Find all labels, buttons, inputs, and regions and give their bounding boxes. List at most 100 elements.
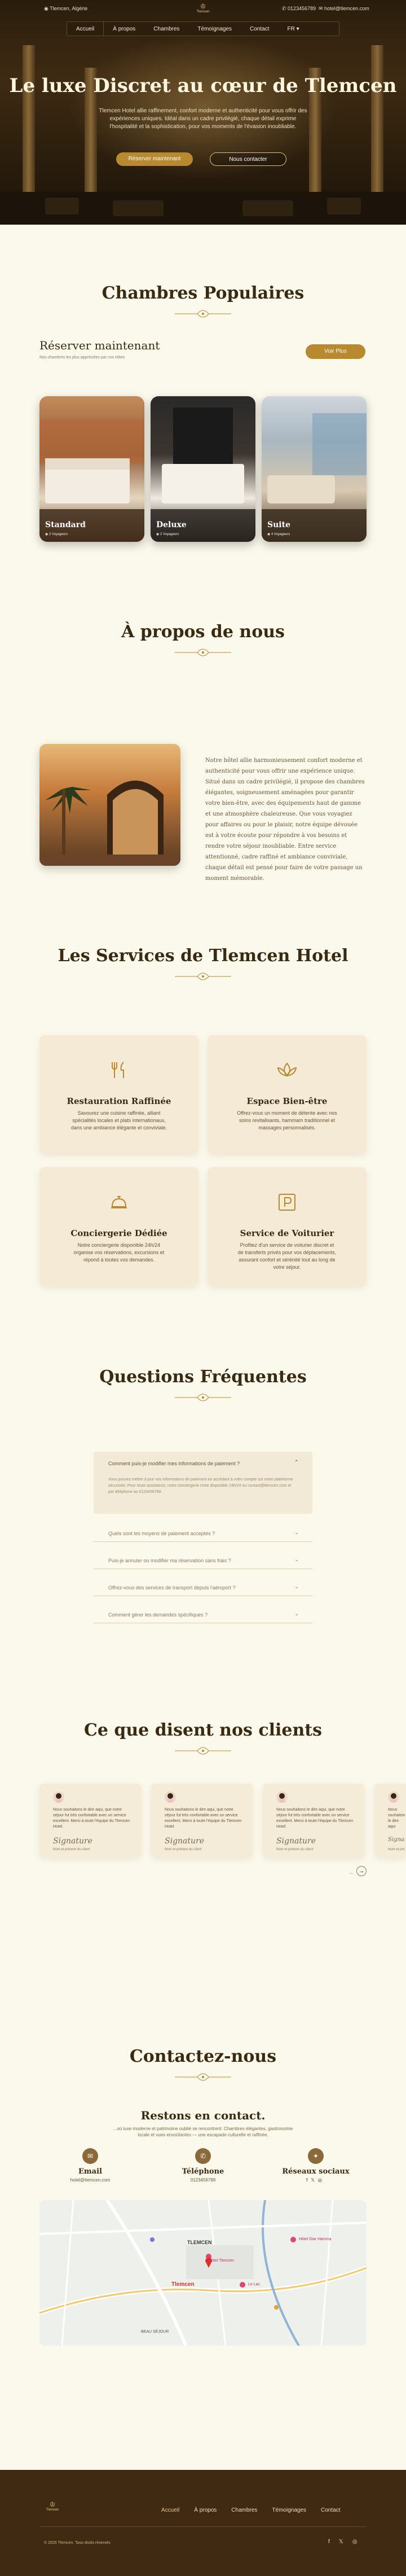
faq-item[interactable]: Comment gérer les demandes spécifiques ?… (94, 1605, 312, 1623)
email-value[interactable]: hotel@tlemcen.com (56, 2178, 124, 2183)
map[interactable]: TLEMCEN Tlemcen Hôtel Tlemcen Le Lac BEA… (39, 2200, 367, 2346)
hero-text: Tlemcen Hotel allie raffinement, confort… (99, 108, 307, 130)
footer-nav: Accueil À propos Chambres Témoignages Co… (161, 2507, 340, 2513)
ornament-divider (175, 310, 231, 318)
rooms-caption: Nos chambres les plus appréciées par nos… (39, 356, 125, 360)
contact-text: ...où luxe moderne et patrimoine oublié … (113, 2126, 293, 2137)
chevron-down-icon: ⌄ (294, 1557, 299, 1562)
room-info: ◉ 2 Voyageurs (156, 533, 179, 536)
signature: Signature (388, 1837, 405, 1843)
service-name: Service de Voiturier (240, 1228, 334, 1238)
services-title: Les Services de Tlemcen Hotel (58, 946, 348, 966)
faq-item[interactable]: Quels sont les moyens de paiement accept… (94, 1524, 312, 1542)
ornament-divider (175, 972, 231, 980)
language-select[interactable]: FR ▾ (278, 22, 308, 36)
lotus-icon (277, 1062, 297, 1077)
nav-chambres[interactable]: Chambres (144, 22, 188, 36)
hero: ◉ Tlemcen, Algérie ♔ Tlemcen ✆ 0123456789… (0, 0, 406, 225)
ornament-divider (175, 649, 231, 656)
copyright: © 2025 Tlemcen. Tous droits réservés (44, 2541, 111, 2545)
facebook-icon[interactable]: f (328, 2539, 330, 2545)
rooms-title: Chambres Populaires (102, 283, 304, 303)
contact-heading: Restons en contact. (140, 2109, 266, 2122)
room-card-suite[interactable]: Suite ◉ 4 Voyageurs (262, 396, 367, 542)
faq-item[interactable]: Offrez-vous des services de transport de… (94, 1578, 312, 1596)
map-label: Hôtel Diar Hamma (299, 2237, 332, 2241)
room-name: Suite (267, 520, 290, 529)
location-text: ◉ Tlemcen, Algérie (44, 6, 88, 11)
about-image (39, 744, 180, 866)
nav-a-propos[interactable]: À propos (104, 22, 144, 36)
instagram-icon[interactable]: ◎ (352, 2539, 358, 2545)
service-card-conciergerie: Conciergerie Dédiée Notre conciergerie d… (39, 1167, 198, 1286)
about-title: À propos de nous (121, 622, 285, 642)
map-label: Tlemcen (171, 2281, 195, 2288)
phone-label: Téléphone (182, 2167, 224, 2176)
social-label: Réseaux sociaux (282, 2167, 350, 2176)
contact-title: Contactez-nous (129, 2047, 277, 2066)
testimonial-card: Nous souhaitons le dire aqui, que notre … (263, 1784, 364, 1857)
ornament-divider (175, 1394, 231, 1401)
map-label: BEAU SÉJOUR (141, 2330, 169, 2334)
mail-icon: ✉ (319, 6, 325, 11)
phone-icon: ✆ (282, 6, 288, 11)
phone-text[interactable]: ✆ 0123456789 (282, 6, 316, 12)
signature: Signature (276, 1837, 316, 1846)
footer-link-temoignages[interactable]: Témoignages (272, 2507, 306, 2513)
testimonials-title: Ce que disent nos clients (83, 1720, 323, 1740)
nav-accueil[interactable]: Accueil (67, 22, 104, 36)
email-text[interactable]: ✉ hotel@tlemcen.com (319, 6, 369, 12)
service-text: Profitez d'un service de voiturier discr… (237, 1242, 337, 1270)
service-text: Offrez-vous un moment de détente avec no… (237, 1110, 337, 1131)
main-nav: Accueil À propos Chambres Témoignages Co… (67, 21, 339, 36)
instagram-icon[interactable]: ◎ (318, 2178, 325, 2183)
x-icon[interactable]: 𝕏 (311, 2178, 317, 2183)
email-label: Email (78, 2167, 102, 2176)
service-text: Savourez une cuisine raffinée, alliant s… (70, 1110, 167, 1131)
chevron-down-icon: ⌄ (294, 1584, 299, 1589)
ornament-divider (175, 2073, 231, 2081)
avatar (276, 1791, 288, 1803)
faq-title: Questions Fréquentes (99, 1367, 307, 1387)
reserve-button[interactable]: Réserver maintenant (116, 152, 193, 166)
footer-logo[interactable]: ♔ Tlemcen (44, 2500, 61, 2512)
room-card-deluxe[interactable]: Deluxe ◉ 2 Voyageurs (151, 396, 255, 542)
chevron-up-icon: ⌃ (294, 1460, 299, 1466)
room-name: Standard (45, 520, 86, 529)
footer-link-chambres[interactable]: Chambres (231, 2507, 257, 2513)
guests-icon: ◉ (45, 533, 49, 536)
signature: Signature (53, 1837, 93, 1846)
faq-item[interactable]: Puis-je annuler ou modifier ma réservati… (94, 1551, 312, 1569)
x-icon[interactable]: 𝕏 (339, 2539, 343, 2545)
arrow-left-icon[interactable]: ← (348, 1868, 355, 1876)
testimonial-card: Nous souhaitons le dire aqui, que notre … (39, 1784, 141, 1857)
room-name: Deluxe (156, 520, 187, 529)
nav-contact[interactable]: Contact (241, 22, 278, 36)
chevron-down-icon: ⌄ (294, 1611, 299, 1616)
footer-link-contact[interactable]: Contact (321, 2507, 340, 2513)
service-text: Notre conciergerie disponible 24h/24 org… (73, 1242, 165, 1263)
nav-temoignages[interactable]: Témoignages (188, 22, 241, 36)
room-card-standard[interactable]: Standard ◉ 2 Voyageurs (39, 396, 144, 542)
parking-icon (279, 1194, 295, 1211)
contact-button[interactable]: Nous contacter (210, 152, 286, 166)
map-label: TLEMCEN (187, 2240, 212, 2245)
footer-link-accueil[interactable]: Accueil (161, 2507, 179, 2513)
see-more-button[interactable]: Voir Plus (306, 344, 365, 359)
service-name: Espace Bien-être (246, 1096, 328, 1106)
phone-value[interactable]: 0123456789 (169, 2178, 237, 2183)
room-info: ◉ 2 Voyageurs (45, 533, 68, 536)
about-text: Notre hôtel allie harmonieusement confor… (205, 757, 365, 882)
faq-question: Comment puis-je modifier mes information… (108, 1461, 240, 1466)
footer-link-a-propos[interactable]: À propos (194, 2507, 217, 2513)
top-bar: ◉ Tlemcen, Algérie ♔ Tlemcen ✆ 0123456789… (0, 0, 406, 17)
faq-answer: Vous pouvez mettre à jour vos informatio… (108, 1478, 293, 1494)
faq-item-open[interactable]: Comment puis-je modifier mes information… (94, 1452, 312, 1514)
phone-icon: ✆ (195, 2148, 211, 2164)
avatar (388, 1791, 399, 1803)
arrow-right-icon[interactable]: → (356, 1866, 367, 1876)
service-name: Conciergerie Dédiée (70, 1228, 167, 1238)
service-card-restauration: Restauration Raffinée Savourez une cuisi… (39, 1035, 198, 1154)
logo[interactable]: ♔ Tlemcen (195, 2, 211, 14)
map-label: Le Lac (248, 2283, 261, 2286)
